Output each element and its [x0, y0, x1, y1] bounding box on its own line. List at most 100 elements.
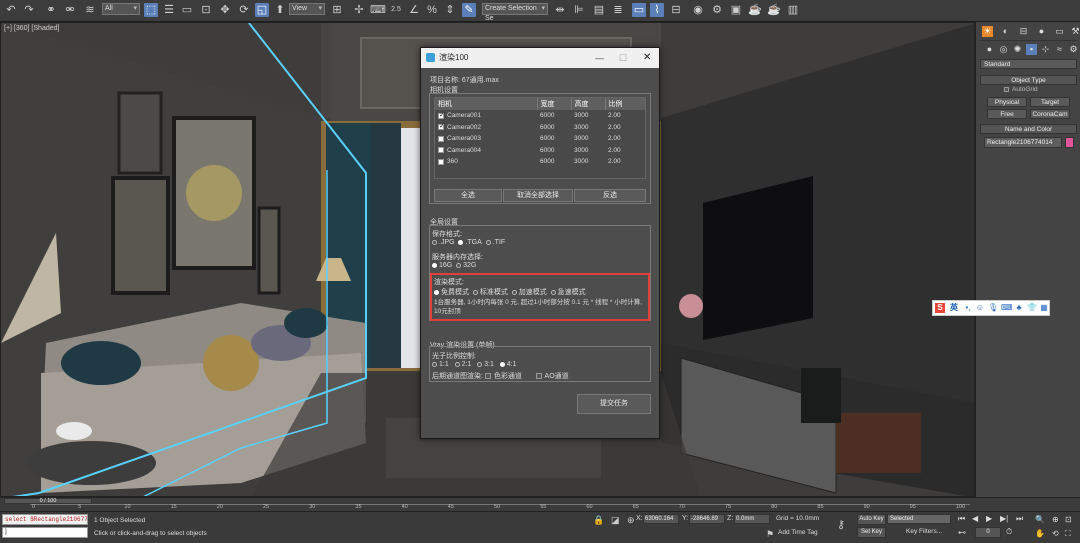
helpers-icon[interactable]: ⊹	[1040, 44, 1051, 55]
maximize-viewport-icon[interactable]: ⛶	[1065, 529, 1071, 539]
percent-snap-icon[interactable]: %	[425, 3, 439, 17]
zoom-icon[interactable]: 🔍	[1035, 515, 1045, 524]
punctuation-icon[interactable]: •,	[963, 303, 973, 313]
mode-fast-radio[interactable]: 加速模式	[511, 289, 547, 296]
shapes-icon[interactable]: ◎	[998, 44, 1009, 55]
window-crossing-icon[interactable]: ⊡	[199, 3, 213, 17]
redo-icon[interactable]: ↷	[22, 3, 36, 17]
rotate-icon[interactable]: ⟳	[237, 3, 251, 17]
unlink-icon[interactable]: ⚮	[63, 3, 77, 17]
key-mode-toggle-icon[interactable]: ⊷	[958, 528, 966, 537]
col-ratio[interactable]: 比例	[605, 98, 645, 110]
minimize-icon[interactable]: —	[595, 48, 604, 68]
move-icon[interactable]: ✥	[218, 3, 232, 17]
coronacam-button[interactable]: CoronaCam	[1030, 109, 1070, 119]
current-frame-field[interactable]: 0	[975, 527, 1001, 538]
camera-name-cell[interactable]: Camera001	[435, 110, 537, 122]
ratio-1-1-radio[interactable]: 1:1	[432, 361, 449, 368]
camera-name-cell[interactable]: Camera003	[435, 133, 537, 145]
systems-icon[interactable]: ⚙	[1068, 44, 1079, 55]
spacewarps-icon[interactable]: ≈	[1054, 44, 1065, 55]
camera-checkbox[interactable]	[438, 158, 444, 165]
scale-icon[interactable]: ◱	[255, 3, 269, 17]
bind-spacewarp-icon[interactable]: ≋	[83, 3, 97, 17]
time-config-icon[interactable]: ⏱	[1006, 527, 1012, 537]
geometry-icon[interactable]: ●	[984, 44, 995, 55]
spinner-snap-icon[interactable]: ⇕	[443, 3, 457, 17]
close-icon[interactable]: ✕	[643, 48, 651, 68]
undo-icon[interactable]: ↶	[4, 3, 18, 17]
camera-name-cell[interactable]: Camera004	[435, 145, 537, 157]
memory-32g-radio[interactable]: 32G	[456, 262, 476, 269]
object-name-field[interactable]: Rectangle2106774014	[984, 137, 1062, 148]
mode-rapid-radio[interactable]: 急速模式	[550, 289, 586, 296]
render-production-icon[interactable]: ☕	[748, 3, 762, 17]
viewport-label[interactable]: [+] [360] [Shaded]	[4, 25, 59, 32]
camera-name-cell[interactable]: 360	[435, 156, 537, 168]
col-height[interactable]: 高度	[571, 98, 606, 110]
key-icon[interactable]: ⚷	[837, 518, 845, 531]
skin-icon[interactable]: ♣	[1014, 303, 1024, 313]
curve-editor-icon[interactable]: ⌇	[650, 3, 664, 17]
ratio-4-1-radio[interactable]: 4:1	[499, 361, 516, 368]
lock-icon[interactable]: 🔒	[593, 515, 604, 526]
add-time-tag-button[interactable]: Add Time Tag	[778, 529, 818, 536]
display-tab-icon[interactable]: ▭	[1054, 26, 1065, 37]
invert-selection-button[interactable]: 反选	[574, 189, 646, 202]
select-by-name-icon[interactable]: ☰	[162, 3, 176, 17]
voice-icon[interactable]: 🎙	[988, 303, 998, 313]
camera-row[interactable]: Camera002 6000 3000 2.00	[435, 122, 645, 134]
camera-checkbox[interactable]	[438, 135, 444, 142]
mirror-icon[interactable]: ⇹	[553, 3, 567, 17]
emoji-icon[interactable]: ☺	[975, 303, 985, 313]
key-mode-dropdown[interactable]: Selected	[887, 514, 951, 524]
lights-icon[interactable]: ✺	[1012, 44, 1023, 55]
hierarchy-tab-icon[interactable]: ⊟	[1018, 26, 1029, 37]
next-frame-icon[interactable]: ▶|	[1000, 514, 1008, 523]
render-setup-icon[interactable]: ⚙	[710, 3, 724, 17]
target-camera-button[interactable]: Target	[1030, 97, 1070, 107]
create-tab-icon[interactable]: ☀	[982, 26, 993, 37]
utilities-tab-icon[interactable]: ⚒	[1070, 26, 1080, 37]
edit-named-selection-icon[interactable]: ✎	[462, 3, 476, 17]
format-tga-radio[interactable]: .TGA	[458, 239, 482, 246]
physical-camera-button[interactable]: Physical	[987, 97, 1027, 107]
zoom-all-icon[interactable]: ⊕	[1052, 515, 1059, 524]
maximize-icon[interactable]: ☐	[619, 48, 627, 68]
memory-16g-radio[interactable]: 16G	[432, 262, 452, 269]
toolbox-icon[interactable]: ▦	[1039, 303, 1049, 313]
orbit-icon[interactable]: ⟲	[1052, 529, 1059, 538]
schematic-view-icon[interactable]: ⊟	[669, 3, 683, 17]
mode-free-radio[interactable]: 免费模式	[434, 289, 469, 296]
select-object-icon[interactable]: ⬚	[144, 3, 158, 17]
modify-tab-icon[interactable]: ◐	[1000, 26, 1011, 37]
object-color-swatch[interactable]	[1065, 137, 1074, 148]
snaps-toggle[interactable]: 2.5	[389, 3, 403, 17]
select-all-button[interactable]: 全选	[434, 189, 502, 202]
ribbon-icon[interactable]: ▭	[632, 3, 646, 17]
selection-filter-dropdown[interactable]: All	[102, 3, 140, 15]
motion-tab-icon[interactable]: ●	[1036, 26, 1047, 37]
absolute-mode-icon[interactable]: ⊕	[627, 515, 635, 526]
auto-key-button[interactable]: Auto Key	[857, 514, 886, 525]
camera-checkbox[interactable]	[438, 122, 445, 131]
ratio-2-1-radio[interactable]: 2:1	[454, 361, 471, 368]
autogrid-check[interactable]	[1004, 86, 1009, 92]
col-width[interactable]: 宽度	[537, 98, 572, 110]
maxscript-input[interactable]: ]	[2, 527, 88, 538]
camera-row[interactable]: 360 6000 3000 2.00	[435, 156, 645, 168]
y-coordinate-field[interactable]: -28646.89	[689, 514, 725, 524]
format-jpg-radio[interactable]: .JPG	[432, 239, 455, 246]
maxscript-listener[interactable]: select $Rectangle2106774	[2, 514, 88, 525]
layer-explorer-icon[interactable]: ≣	[611, 3, 625, 17]
camera-name-cell[interactable]: Camera002	[435, 122, 537, 134]
submit-task-button[interactable]: 提交任务	[577, 394, 651, 414]
ao-channel-checkbox[interactable]: AO通道	[535, 373, 569, 380]
autogrid-checkbox[interactable]: AutoGrid	[1004, 86, 1038, 93]
cameras-icon[interactable]: ▪	[1026, 44, 1037, 55]
color-channel-checkbox[interactable]: 色彩通道	[484, 373, 522, 380]
camera-checkbox[interactable]	[438, 111, 445, 119]
free-camera-button[interactable]: Free	[987, 109, 1027, 119]
timeline[interactable]: 0 / 100 0 5 10 15 20 25 30 35 40 45 50 55 60 65 70 75 80…	[0, 497, 1080, 511]
keyboard-shortcut-icon[interactable]: ⌨	[370, 3, 386, 17]
